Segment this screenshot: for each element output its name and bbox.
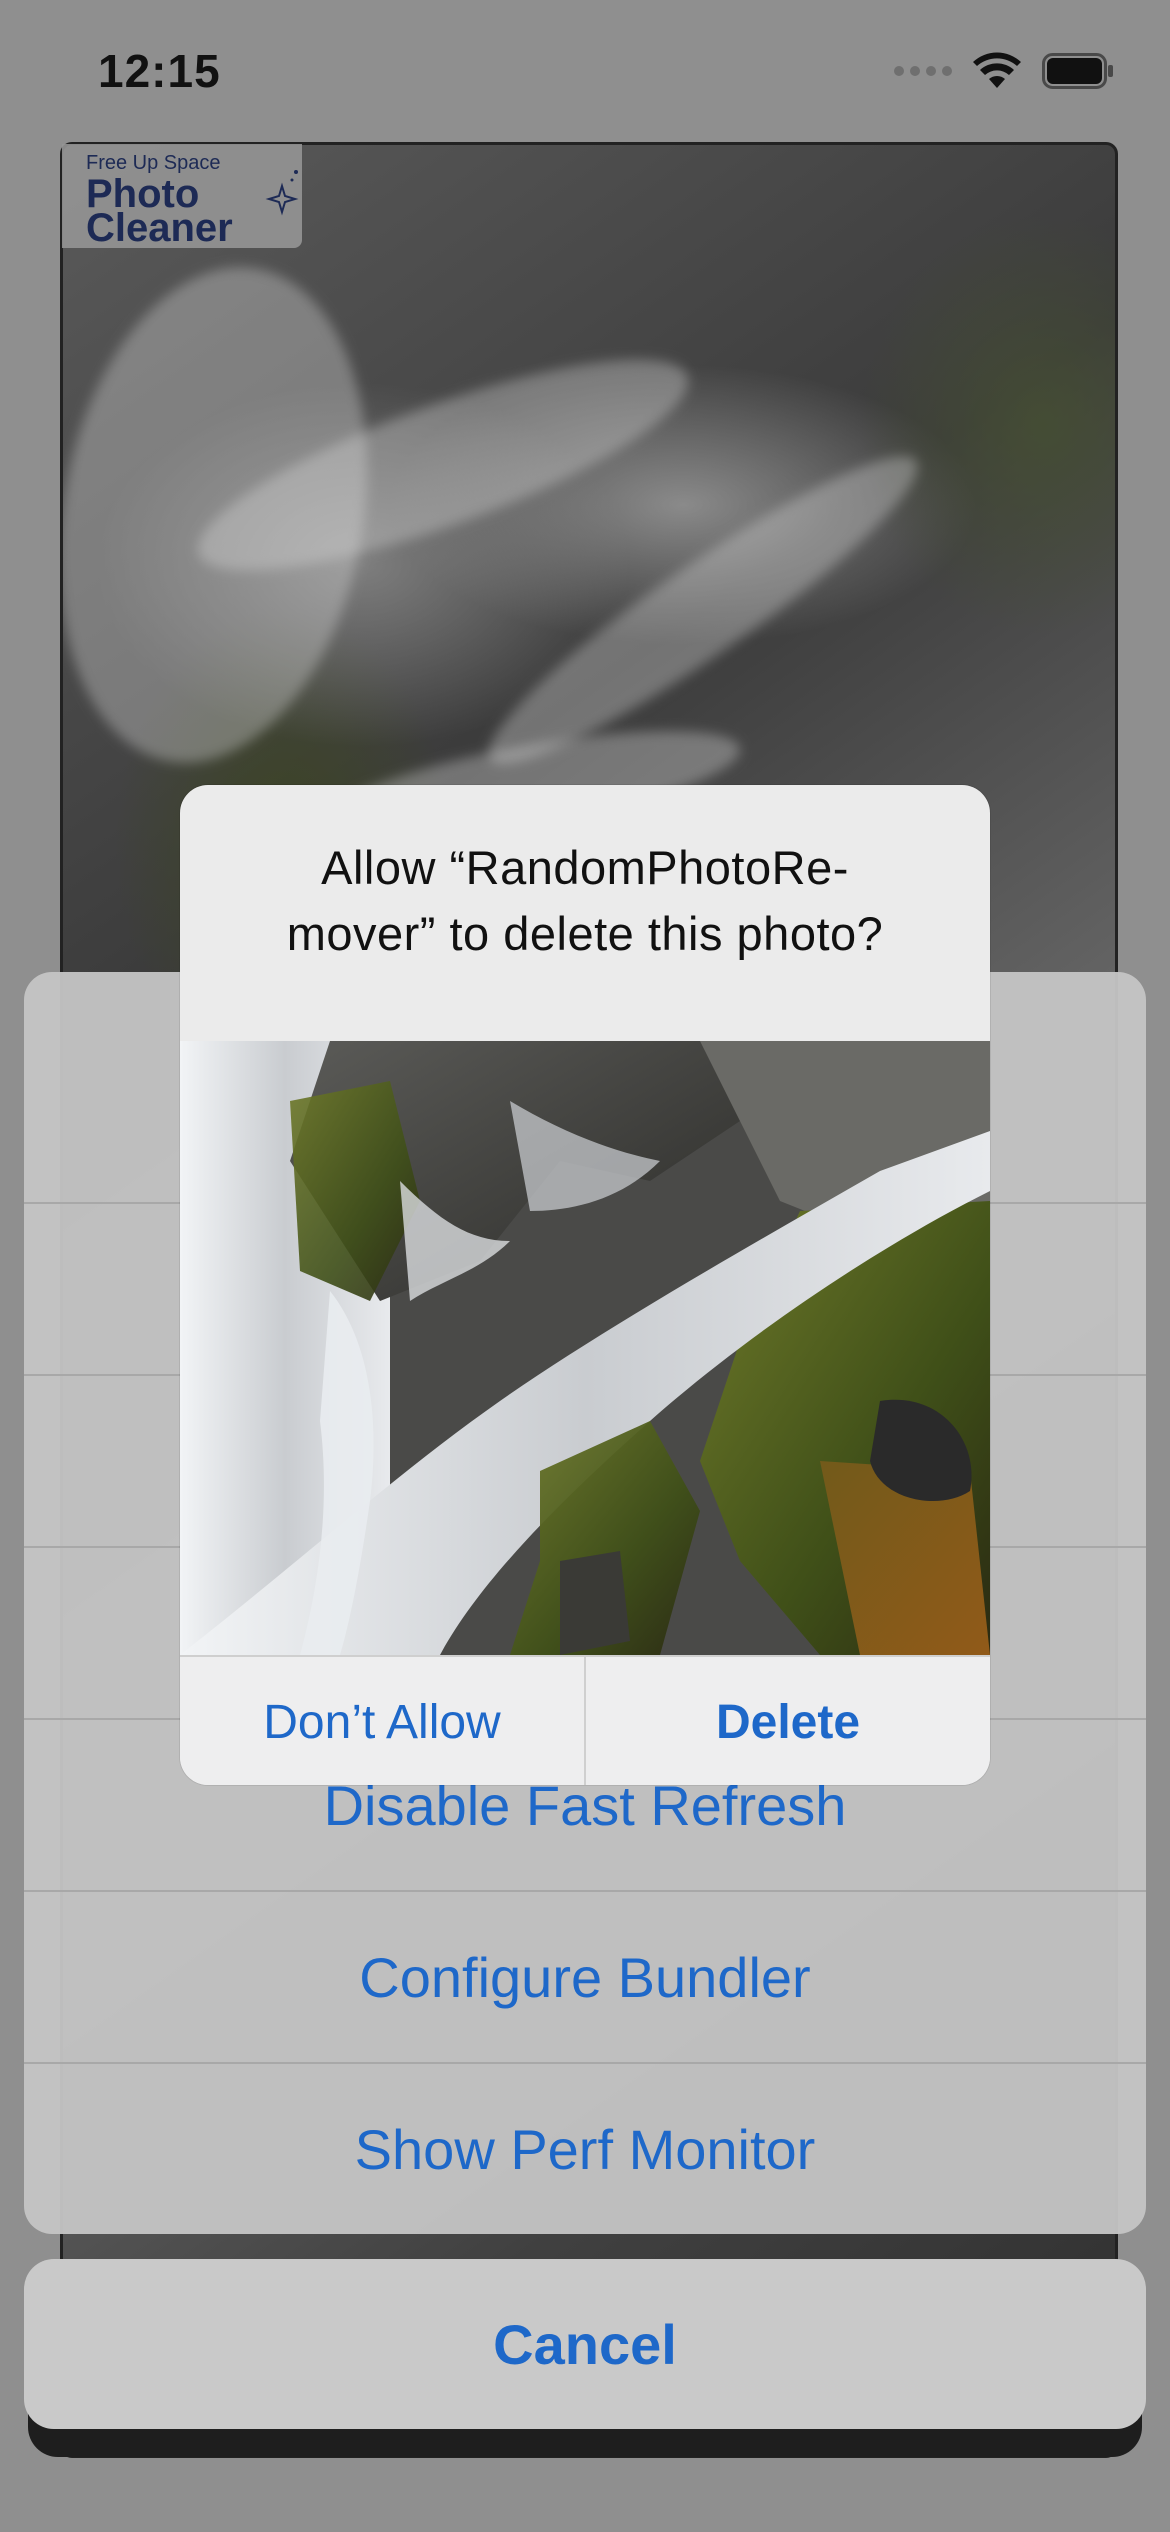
app-logo: Free Up Space Photo Cleaner bbox=[62, 144, 302, 248]
alert-button-row: Don’t Allow Delete bbox=[180, 1655, 990, 1785]
configure-bundler-button[interactable]: Configure Bundler bbox=[24, 1890, 1146, 2062]
waterfall-photo-image bbox=[180, 1041, 990, 1655]
alert-title: Allow “RandomPhotoRe- mover” to delete t… bbox=[220, 835, 950, 967]
alert-title-line-2: mover” to delete this photo? bbox=[286, 907, 884, 960]
dont-allow-button[interactable]: Don’t Allow bbox=[180, 1657, 584, 1785]
status-bar: 12:15 bbox=[0, 0, 1170, 140]
status-time: 12:15 bbox=[98, 45, 221, 97]
logo-word-cleaner: Cleaner bbox=[86, 206, 233, 250]
battery-icon bbox=[1042, 53, 1113, 89]
wifi-icon bbox=[973, 52, 1021, 88]
sparkle-icon bbox=[265, 170, 299, 216]
show-perf-monitor-button[interactable]: Show Perf Monitor bbox=[24, 2062, 1146, 2234]
delete-button[interactable]: Delete bbox=[586, 1657, 990, 1785]
alert-title-line-1: Allow “RandomPhotoRe- bbox=[321, 841, 849, 894]
photo-preview bbox=[180, 1041, 990, 1655]
delete-photo-alert: Allow “RandomPhotoRe- mover” to delete t… bbox=[180, 785, 990, 1785]
cellular-signal-icon bbox=[894, 66, 952, 76]
status-icons bbox=[894, 52, 1114, 90]
cancel-button[interactable]: Cancel bbox=[24, 2259, 1146, 2429]
